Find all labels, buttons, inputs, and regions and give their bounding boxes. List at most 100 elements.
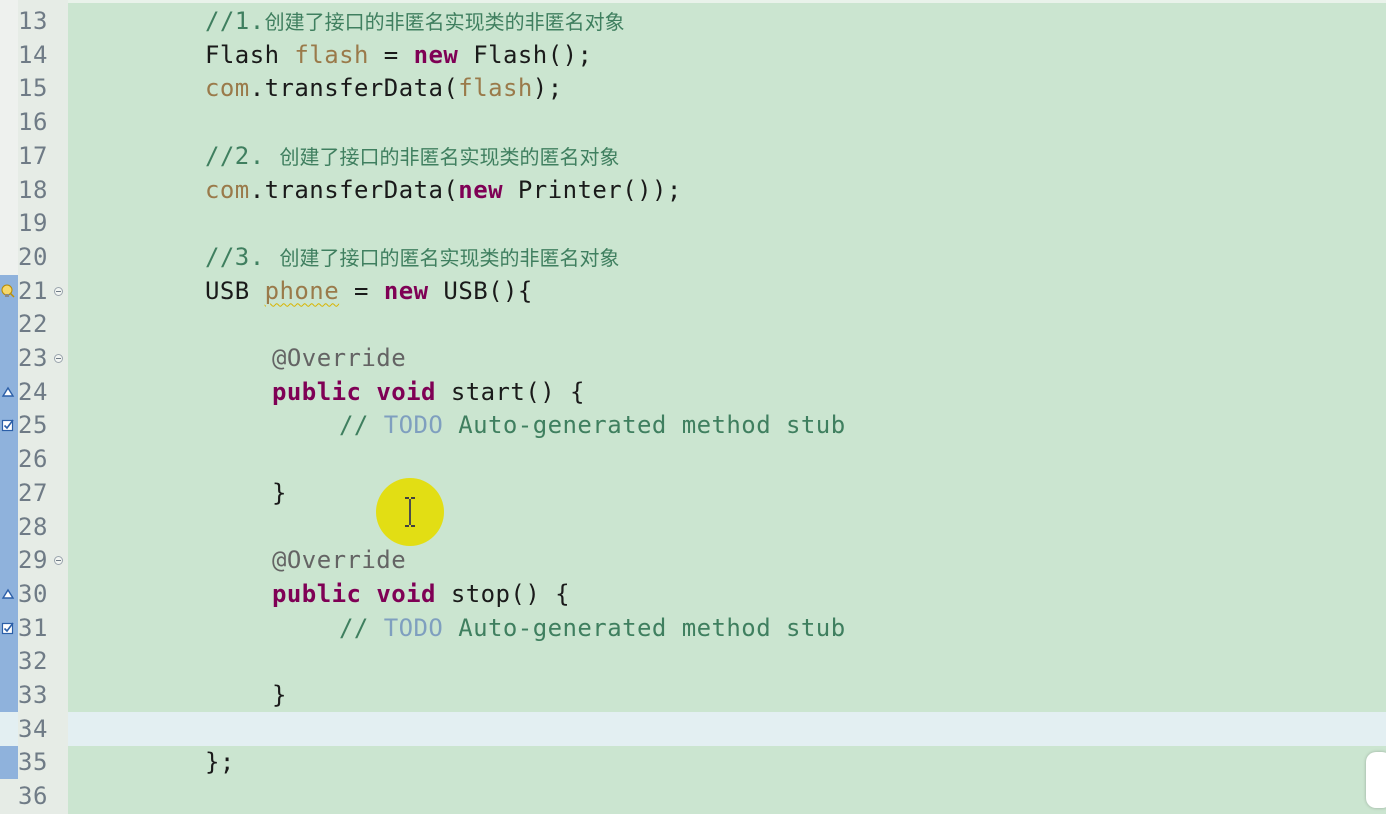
line-number: 26	[18, 445, 48, 474]
identifier-token: flash	[294, 40, 369, 69]
code-line[interactable]: 21 USB phone = new USB(){	[0, 274, 1386, 308]
side-panel-tab[interactable]	[1366, 752, 1386, 808]
override-triangle-icon[interactable]	[1, 586, 15, 600]
code-line[interactable]: 24 public void start() {	[0, 375, 1386, 409]
line-number: 36	[18, 782, 48, 811]
line-number: 16	[18, 108, 48, 137]
code-line[interactable]: 29 @Override	[0, 543, 1386, 577]
code-line[interactable]: 33}	[0, 678, 1386, 712]
code-line[interactable]: 31 // TODO Auto-generated method stub	[0, 611, 1386, 645]
line-number: 17	[18, 141, 48, 170]
code-line[interactable]: 35};	[0, 745, 1386, 779]
code-line[interactable]: 32	[0, 644, 1386, 678]
code-comment: //3. 创建了接口的匿名实现类的非匿名对象	[205, 242, 620, 273]
fold-toggle-icon[interactable]	[54, 286, 63, 296]
code-text: }	[272, 478, 287, 508]
comment-token: //	[339, 411, 384, 440]
comment-text: 创建了接口的非匿名实现类的非匿名对象	[264, 10, 625, 34]
current-line[interactable]: 34	[0, 711, 1386, 746]
code-token: );	[532, 74, 563, 103]
code-token: }	[272, 681, 287, 709]
code-token: =	[339, 276, 384, 305]
line-number: 13	[18, 7, 48, 35]
text-cursor-icon	[405, 497, 415, 527]
code-line[interactable]: 14 Flash flash = new Flash();	[0, 38, 1386, 72]
code-editor[interactable]: 13 //1.创建了接口的非匿名实现类的非匿名对象 14 Flash flash = …	[0, 0, 1386, 814]
code-token: stop() {	[435, 579, 571, 608]
comment-text: 创建了接口的非匿名实现类的匿名对象	[279, 144, 620, 169]
code-text: // TODO Auto-generated method stub	[339, 613, 846, 643]
comment-token: //	[339, 613, 384, 642]
task-checkbox-icon[interactable]	[1, 620, 15, 634]
code-line[interactable]: 13 //1.创建了接口的非匿名实现类的非匿名对象	[0, 4, 1386, 38]
code-token: .transferData(	[249, 74, 459, 103]
line-number: 27	[18, 478, 48, 507]
annotation-token: @Override	[272, 546, 407, 575]
comment-prefix: //2.	[205, 141, 280, 170]
line-number: 19	[18, 209, 48, 238]
todo-token: TODO	[383, 411, 444, 440]
line-number: 24	[18, 377, 48, 406]
line-number: 18	[18, 175, 48, 204]
code-line[interactable]: 26	[0, 442, 1386, 476]
code-comment: //2. 创建了接口的非匿名实现类的匿名对象	[205, 141, 620, 172]
line-number: 31	[18, 613, 48, 642]
line-number: 28	[18, 512, 48, 541]
line-number: 32	[18, 647, 48, 676]
keyword-token: new	[383, 276, 429, 305]
code-line[interactable]: 18 com.transferData(new Printer());	[0, 173, 1386, 207]
code-token: }	[272, 478, 287, 507]
code-token: =	[368, 40, 414, 69]
override-triangle-icon[interactable]	[1, 384, 15, 398]
keyword-token: new	[413, 40, 459, 69]
code-comment: //1.创建了接口的非匿名实现类的非匿名对象	[205, 6, 625, 37]
line-number: 30	[18, 579, 48, 608]
comment-prefix: //1.	[205, 7, 265, 35]
code-text: };	[205, 747, 235, 777]
code-line[interactable]: 15 com.transferData(flash);	[0, 71, 1386, 105]
keyword-token: void	[376, 377, 436, 406]
comment-prefix: //3.	[205, 242, 280, 271]
code-token: };	[205, 748, 235, 777]
code-line[interactable]: 23 @Override	[0, 341, 1386, 375]
code-line[interactable]: 22	[0, 307, 1386, 341]
todo-token: TODO	[383, 613, 444, 642]
code-line[interactable]: 16	[0, 105, 1386, 139]
code-token: USB	[205, 276, 265, 305]
line-number: 14	[18, 40, 48, 69]
code-line[interactable]: 20 //3. 创建了接口的匿名实现类的非匿名对象	[0, 240, 1386, 274]
code-text: @Override	[272, 545, 406, 575]
keyword-token: void	[376, 579, 436, 608]
code-line[interactable]: 30 public void stop() {	[0, 577, 1386, 611]
task-checkbox-icon[interactable]	[1, 417, 15, 432]
code-token: USB(){	[428, 276, 533, 305]
code-line[interactable]: 17 //2. 创建了接口的非匿名实现类的匿名对象	[0, 139, 1386, 173]
code-line[interactable]: 25 // TODO Auto-generated method stub	[0, 408, 1386, 442]
code-text: com.transferData(new Printer());	[205, 175, 682, 205]
comment-token: Auto-generated method stub	[443, 411, 846, 440]
identifier-token: com	[205, 74, 250, 103]
code-text: USB phone = new USB(){	[205, 276, 533, 306]
keyword-token: new	[458, 175, 503, 204]
code-line[interactable]: 28	[0, 510, 1386, 544]
code-text: // TODO Auto-generated method stub	[339, 410, 846, 440]
code-line[interactable]: 27}	[0, 476, 1386, 510]
code-text: }	[272, 680, 287, 710]
fold-toggle-icon[interactable]	[54, 354, 63, 363]
line-number: 29	[18, 546, 48, 575]
keyword-token: public	[272, 377, 362, 406]
code-line[interactable]: 19	[0, 206, 1386, 240]
warning-bulb-icon[interactable]	[1, 283, 15, 298]
code-token: Flash	[205, 40, 295, 69]
line-number: 15	[18, 74, 48, 103]
editor-top-border	[0, 0, 1386, 3]
identifier-token: com	[205, 175, 250, 204]
line-number: 20	[18, 242, 48, 271]
code-token: start() {	[435, 377, 585, 406]
line-number: 33	[18, 681, 48, 709]
line-number: 23	[18, 344, 48, 372]
code-line[interactable]: 36	[0, 779, 1386, 813]
code-token: Printer());	[503, 175, 682, 204]
